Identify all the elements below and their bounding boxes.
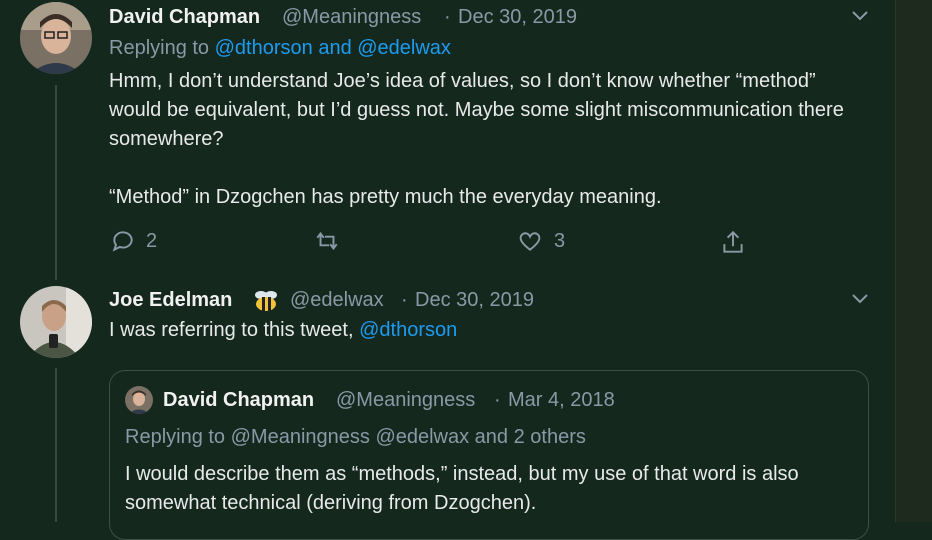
right-column-edge bbox=[895, 0, 932, 522]
thread-line-bottom bbox=[55, 368, 57, 522]
quoted-avatar[interactable] bbox=[125, 386, 153, 414]
chevron-down-icon[interactable] bbox=[850, 291, 870, 312]
quoted-date[interactable]: Mar 4, 2018 bbox=[508, 389, 615, 412]
retweet-button[interactable] bbox=[313, 228, 351, 254]
tweet2-text-body: I was referring to this tweet, bbox=[109, 319, 360, 341]
tweet1-handle[interactable]: @Meaningness bbox=[282, 6, 421, 29]
replying-prefix: Replying to bbox=[109, 37, 210, 59]
tweet2-author-name[interactable]: Joe Edelman bbox=[109, 289, 232, 312]
tweet2-text: I was referring to this tweet, @dthorson bbox=[109, 319, 457, 342]
quoted-handle[interactable]: @Meaningness bbox=[336, 389, 475, 412]
like-count: 3 bbox=[554, 229, 566, 252]
reply-count: 2 bbox=[146, 229, 158, 252]
tweet2-date[interactable]: Dec 30, 2019 bbox=[415, 289, 534, 312]
quoted-text: I would describe them as “methods,” inst… bbox=[125, 463, 799, 514]
thread-line-top bbox=[55, 85, 57, 280]
tweet2-mention[interactable]: @dthorson bbox=[359, 319, 457, 341]
avatar-joe-edelman[interactable] bbox=[20, 286, 92, 358]
tweet1-author-name[interactable]: David Chapman bbox=[109, 6, 260, 29]
reply-button[interactable]: 2 bbox=[110, 228, 157, 254]
chevron-down-icon[interactable] bbox=[850, 8, 870, 29]
replying-to-mentions[interactable]: @dthorson and @edelwax bbox=[215, 37, 451, 59]
tweet2-handle[interactable]: @edelwax bbox=[290, 289, 384, 312]
quoted-replying-line: Replying to @Meaningness @edelwax and 2 … bbox=[125, 426, 586, 448]
like-button[interactable]: 3 bbox=[516, 228, 565, 254]
tweet2-separator: · bbox=[401, 289, 408, 311]
tweet1-text-p1: Hmm, I don’t understand Joe’s idea of va… bbox=[109, 70, 844, 150]
share-icon bbox=[723, 230, 743, 253]
quoted-author-name[interactable]: David Chapman bbox=[163, 389, 314, 412]
tweet1-replying-to: Replying to @dthorson and @edelwax bbox=[109, 37, 451, 60]
tweet1-date[interactable]: Dec 30, 2019 bbox=[458, 6, 577, 29]
like-icon bbox=[519, 232, 541, 251]
reply-icon bbox=[112, 231, 133, 252]
bee-icon bbox=[252, 289, 280, 318]
tweet1-text-p2: “Method” in Dzogchen has pretty much the… bbox=[109, 186, 662, 208]
quoted-separator: · bbox=[494, 389, 501, 411]
tweet1-separator: · bbox=[444, 6, 451, 28]
share-button[interactable] bbox=[720, 228, 746, 256]
avatar-david-chapman[interactable] bbox=[20, 2, 92, 74]
retweet-icon bbox=[316, 231, 338, 251]
